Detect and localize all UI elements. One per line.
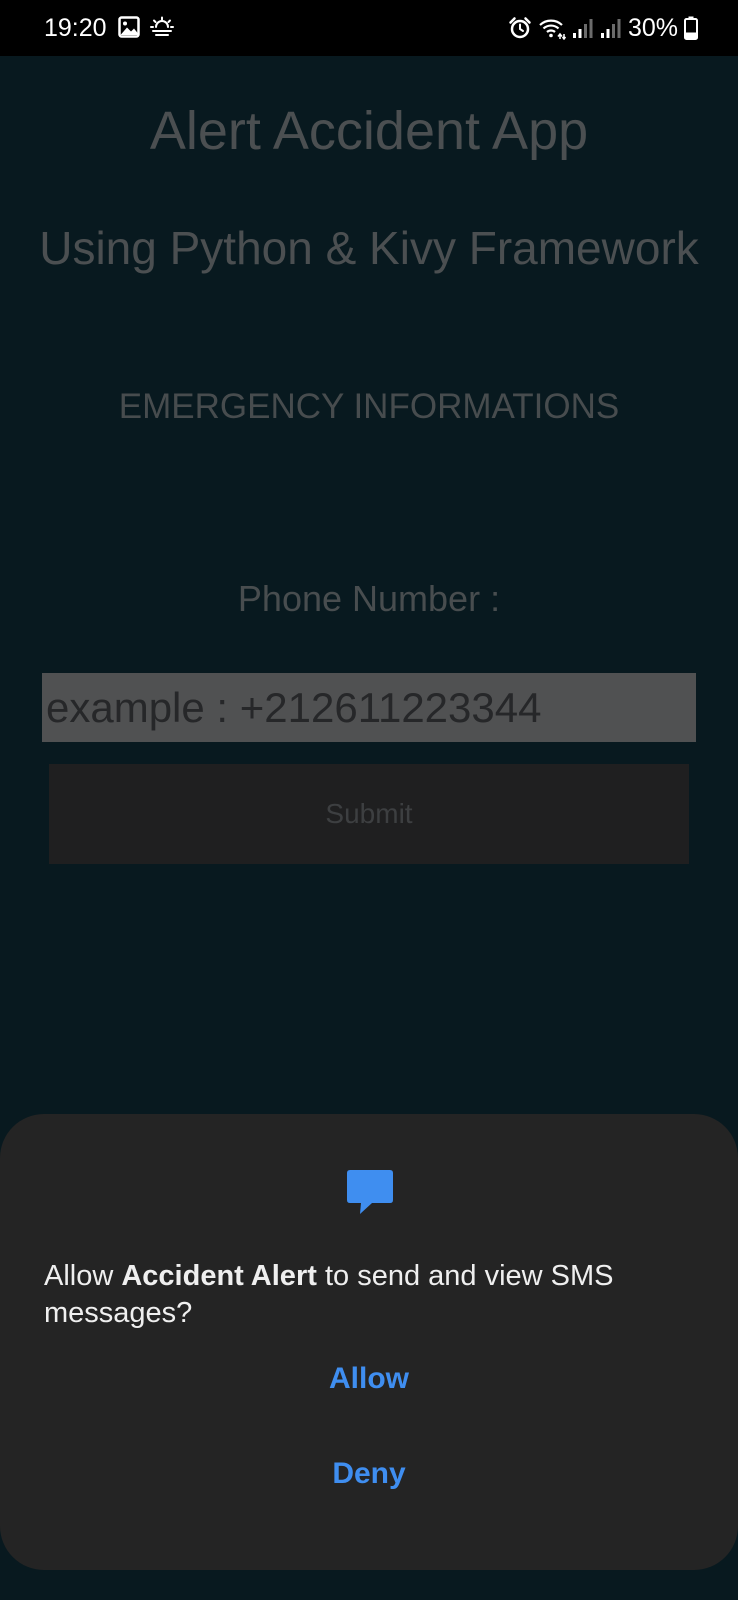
dialog-message: Allow Accident Alert to send and view SM… <box>44 1258 694 1332</box>
battery-percentage: 30% <box>627 14 678 42</box>
status-bar: 19:20 30% <box>0 0 738 56</box>
status-left-icons <box>118 16 174 38</box>
signal-icon <box>600 19 621 38</box>
submit-button[interactable]: Submit <box>49 764 689 864</box>
allow-button[interactable]: Allow <box>0 1344 738 1414</box>
app-title: Alert Accident App <box>149 101 589 161</box>
phone-number-input[interactable] <box>42 673 696 742</box>
signal-icon <box>572 19 593 38</box>
battery-icon <box>684 16 698 40</box>
alarm-icon <box>509 17 531 39</box>
dialog-app-name: Accident Alert <box>121 1260 317 1292</box>
gallery-icon <box>118 16 140 38</box>
section-heading: EMERGENCY INFORMATIONS <box>118 387 620 426</box>
dialog-message-prefix: Allow <box>44 1260 122 1292</box>
permission-dialog: Allow Accident Alert to send and view SM… <box>0 1114 738 1570</box>
phone-number-label: Phone Number : <box>237 578 501 619</box>
app-subtitle: Using Python & Kivy Framework <box>39 222 699 274</box>
weather-icon <box>150 16 174 36</box>
message-icon <box>347 1170 393 1214</box>
status-right-icons: 30% <box>508 0 738 56</box>
status-time: 19:20 <box>44 14 107 42</box>
deny-button[interactable]: Deny <box>0 1439 738 1509</box>
wifi-icon <box>539 19 566 40</box>
